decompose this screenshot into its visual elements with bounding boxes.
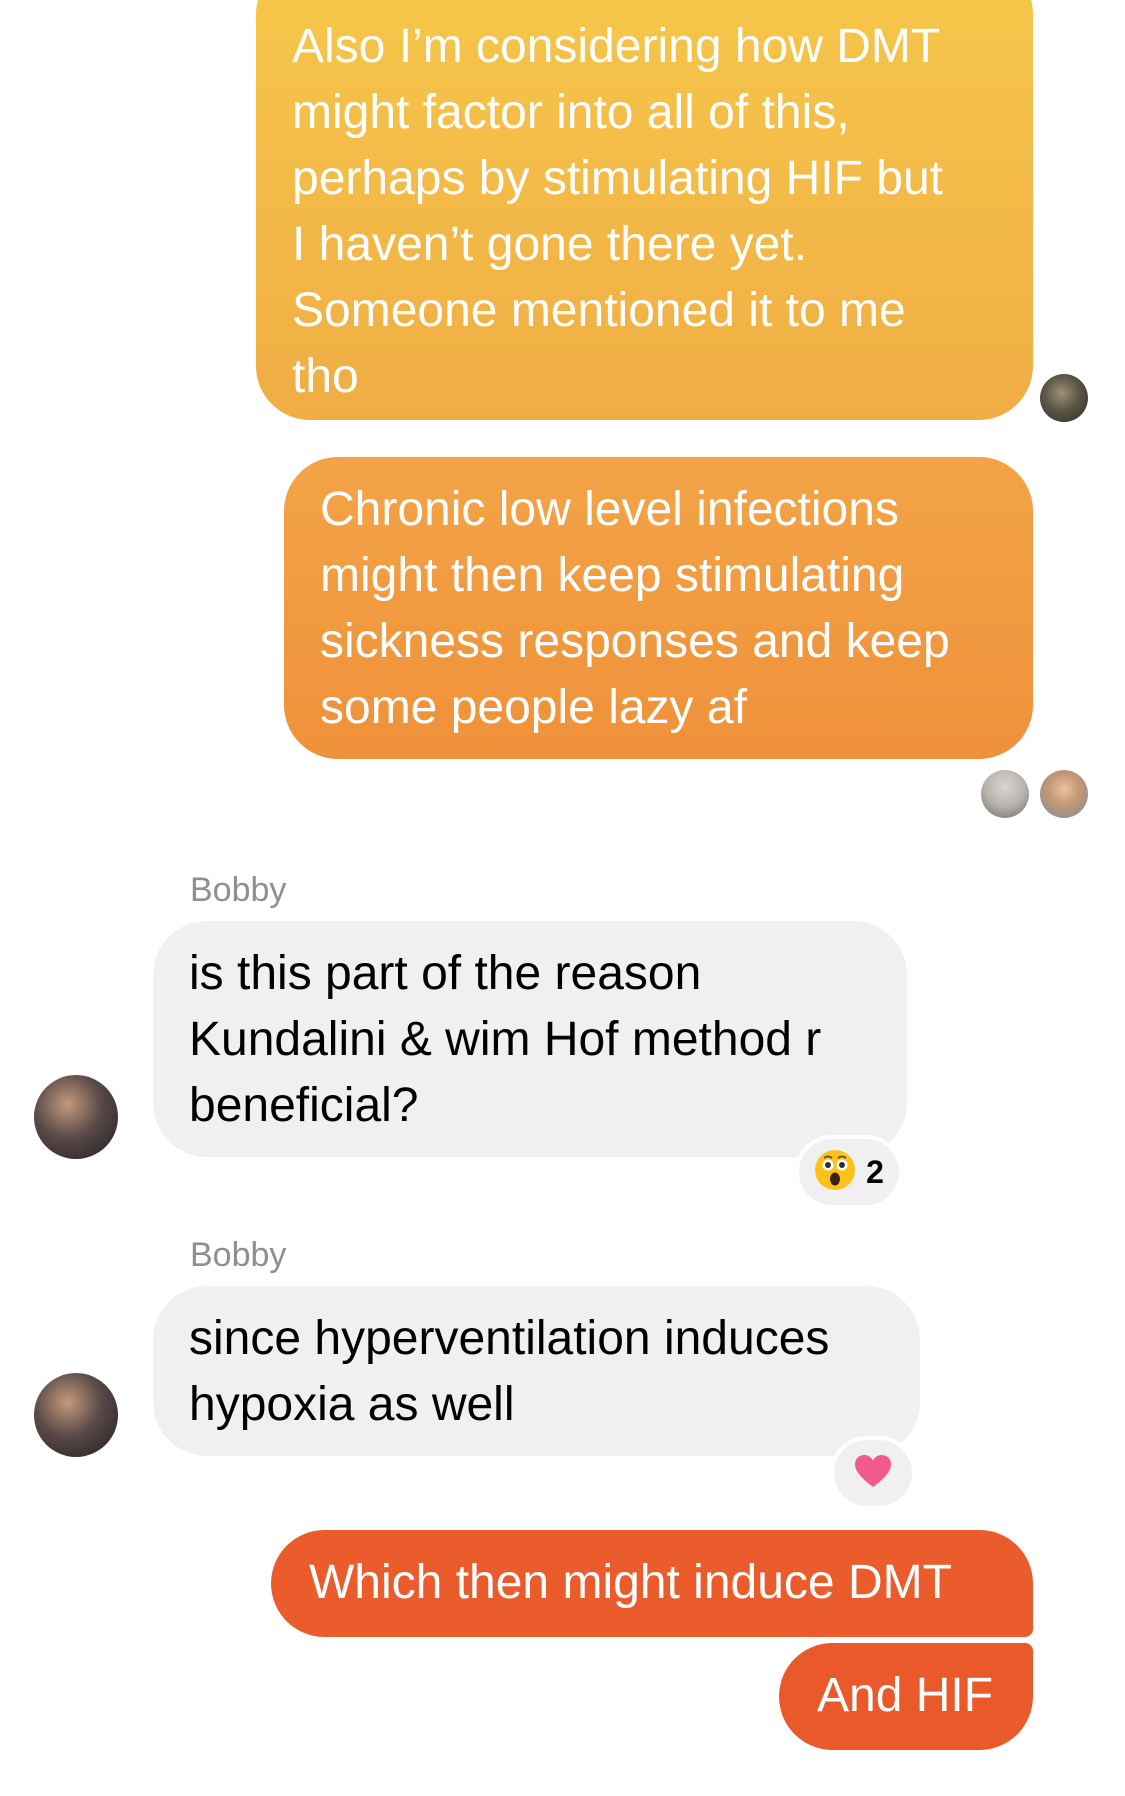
outgoing-message-bubble[interactable]: Also I’m considering how DMT might facto… (256, 0, 1033, 420)
read-receipt-avatar (981, 770, 1029, 818)
heart-icon (853, 1453, 893, 1494)
astonished-face-icon (814, 1149, 856, 1196)
outgoing-message-bubble[interactable]: Chronic low level infections might then … (284, 457, 1033, 759)
read-receipt-avatar (1040, 770, 1088, 818)
sender-name: Bobby (190, 871, 287, 909)
contact-avatar[interactable] (34, 1075, 118, 1159)
incoming-message-bubble[interactable]: is this part of the reason Kundalini & w… (153, 921, 907, 1157)
sender-name: Bobby (190, 1236, 287, 1274)
contact-avatar[interactable] (34, 1373, 118, 1457)
read-receipt-avatar (1040, 374, 1088, 422)
outgoing-message-bubble[interactable]: And HIF (779, 1643, 1033, 1750)
reaction-badge[interactable] (830, 1436, 916, 1510)
outgoing-message-bubble[interactable]: Which then might induce DMT (271, 1530, 1033, 1637)
reaction-badge[interactable]: 2 (795, 1135, 903, 1209)
incoming-message-bubble[interactable]: since hyperventilation induces hypoxia a… (153, 1286, 920, 1456)
reaction-count: 2 (866, 1153, 884, 1190)
